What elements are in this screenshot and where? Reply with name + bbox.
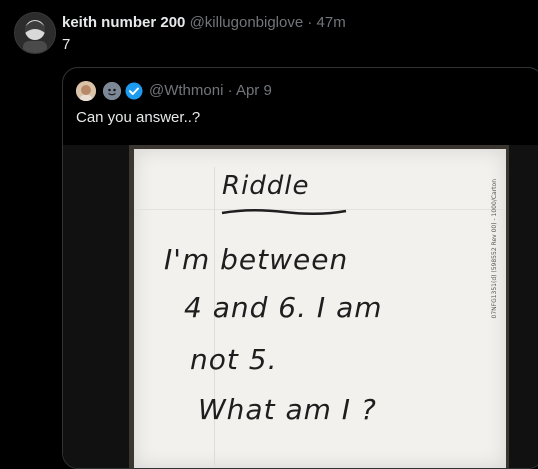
separator-dot: · [227,82,233,99]
riddle-title: Riddle [222,171,310,201]
quoted-text: Can you answer..? [76,109,201,126]
printed-label: 07NFG1351(d) (598552 Rev 00) - 1000/Cart… [491,179,498,319]
quoted-tweet[interactable]: @Wthmoni · Apr 9 Can you answer..? Riddl… [62,67,538,469]
user-avatar-icon[interactable] [14,12,56,54]
author-handle[interactable]: @killugonbiglove [190,14,304,31]
tweet-header: keith number 200 @killugonbiglove · 47m [62,13,346,33]
secondary-avatar-icon [103,82,121,100]
tweet-photo[interactable]: Riddle I'm between 4 and 6. I am not 5. … [63,145,538,468]
riddle-line: not 5. [190,343,278,376]
riddle-line: 4 and 6. I am [184,291,383,324]
riddle-line: What am I ? [198,393,377,426]
tweet-text: 7 [62,36,71,53]
riddle-paper: Riddle I'm between 4 and 6. I am not 5. … [134,149,506,468]
verified-badge-icon [125,82,143,100]
tweet[interactable]: keith number 200 @killugonbiglove · 47m … [0,0,538,469]
title-underline [221,209,347,215]
author-name[interactable]: keith number 200 [62,14,185,31]
quoted-avatar-icon[interactable] [76,81,96,101]
quoted-header: @Wthmoni · Apr 9 [149,81,272,101]
tweet-time[interactable]: 47m [317,14,346,31]
separator-dot: · [307,14,313,31]
riddle-line: I'm between [164,243,349,276]
quoted-date[interactable]: Apr 9 [236,82,272,99]
quoted-handle[interactable]: @Wthmoni [149,82,223,99]
